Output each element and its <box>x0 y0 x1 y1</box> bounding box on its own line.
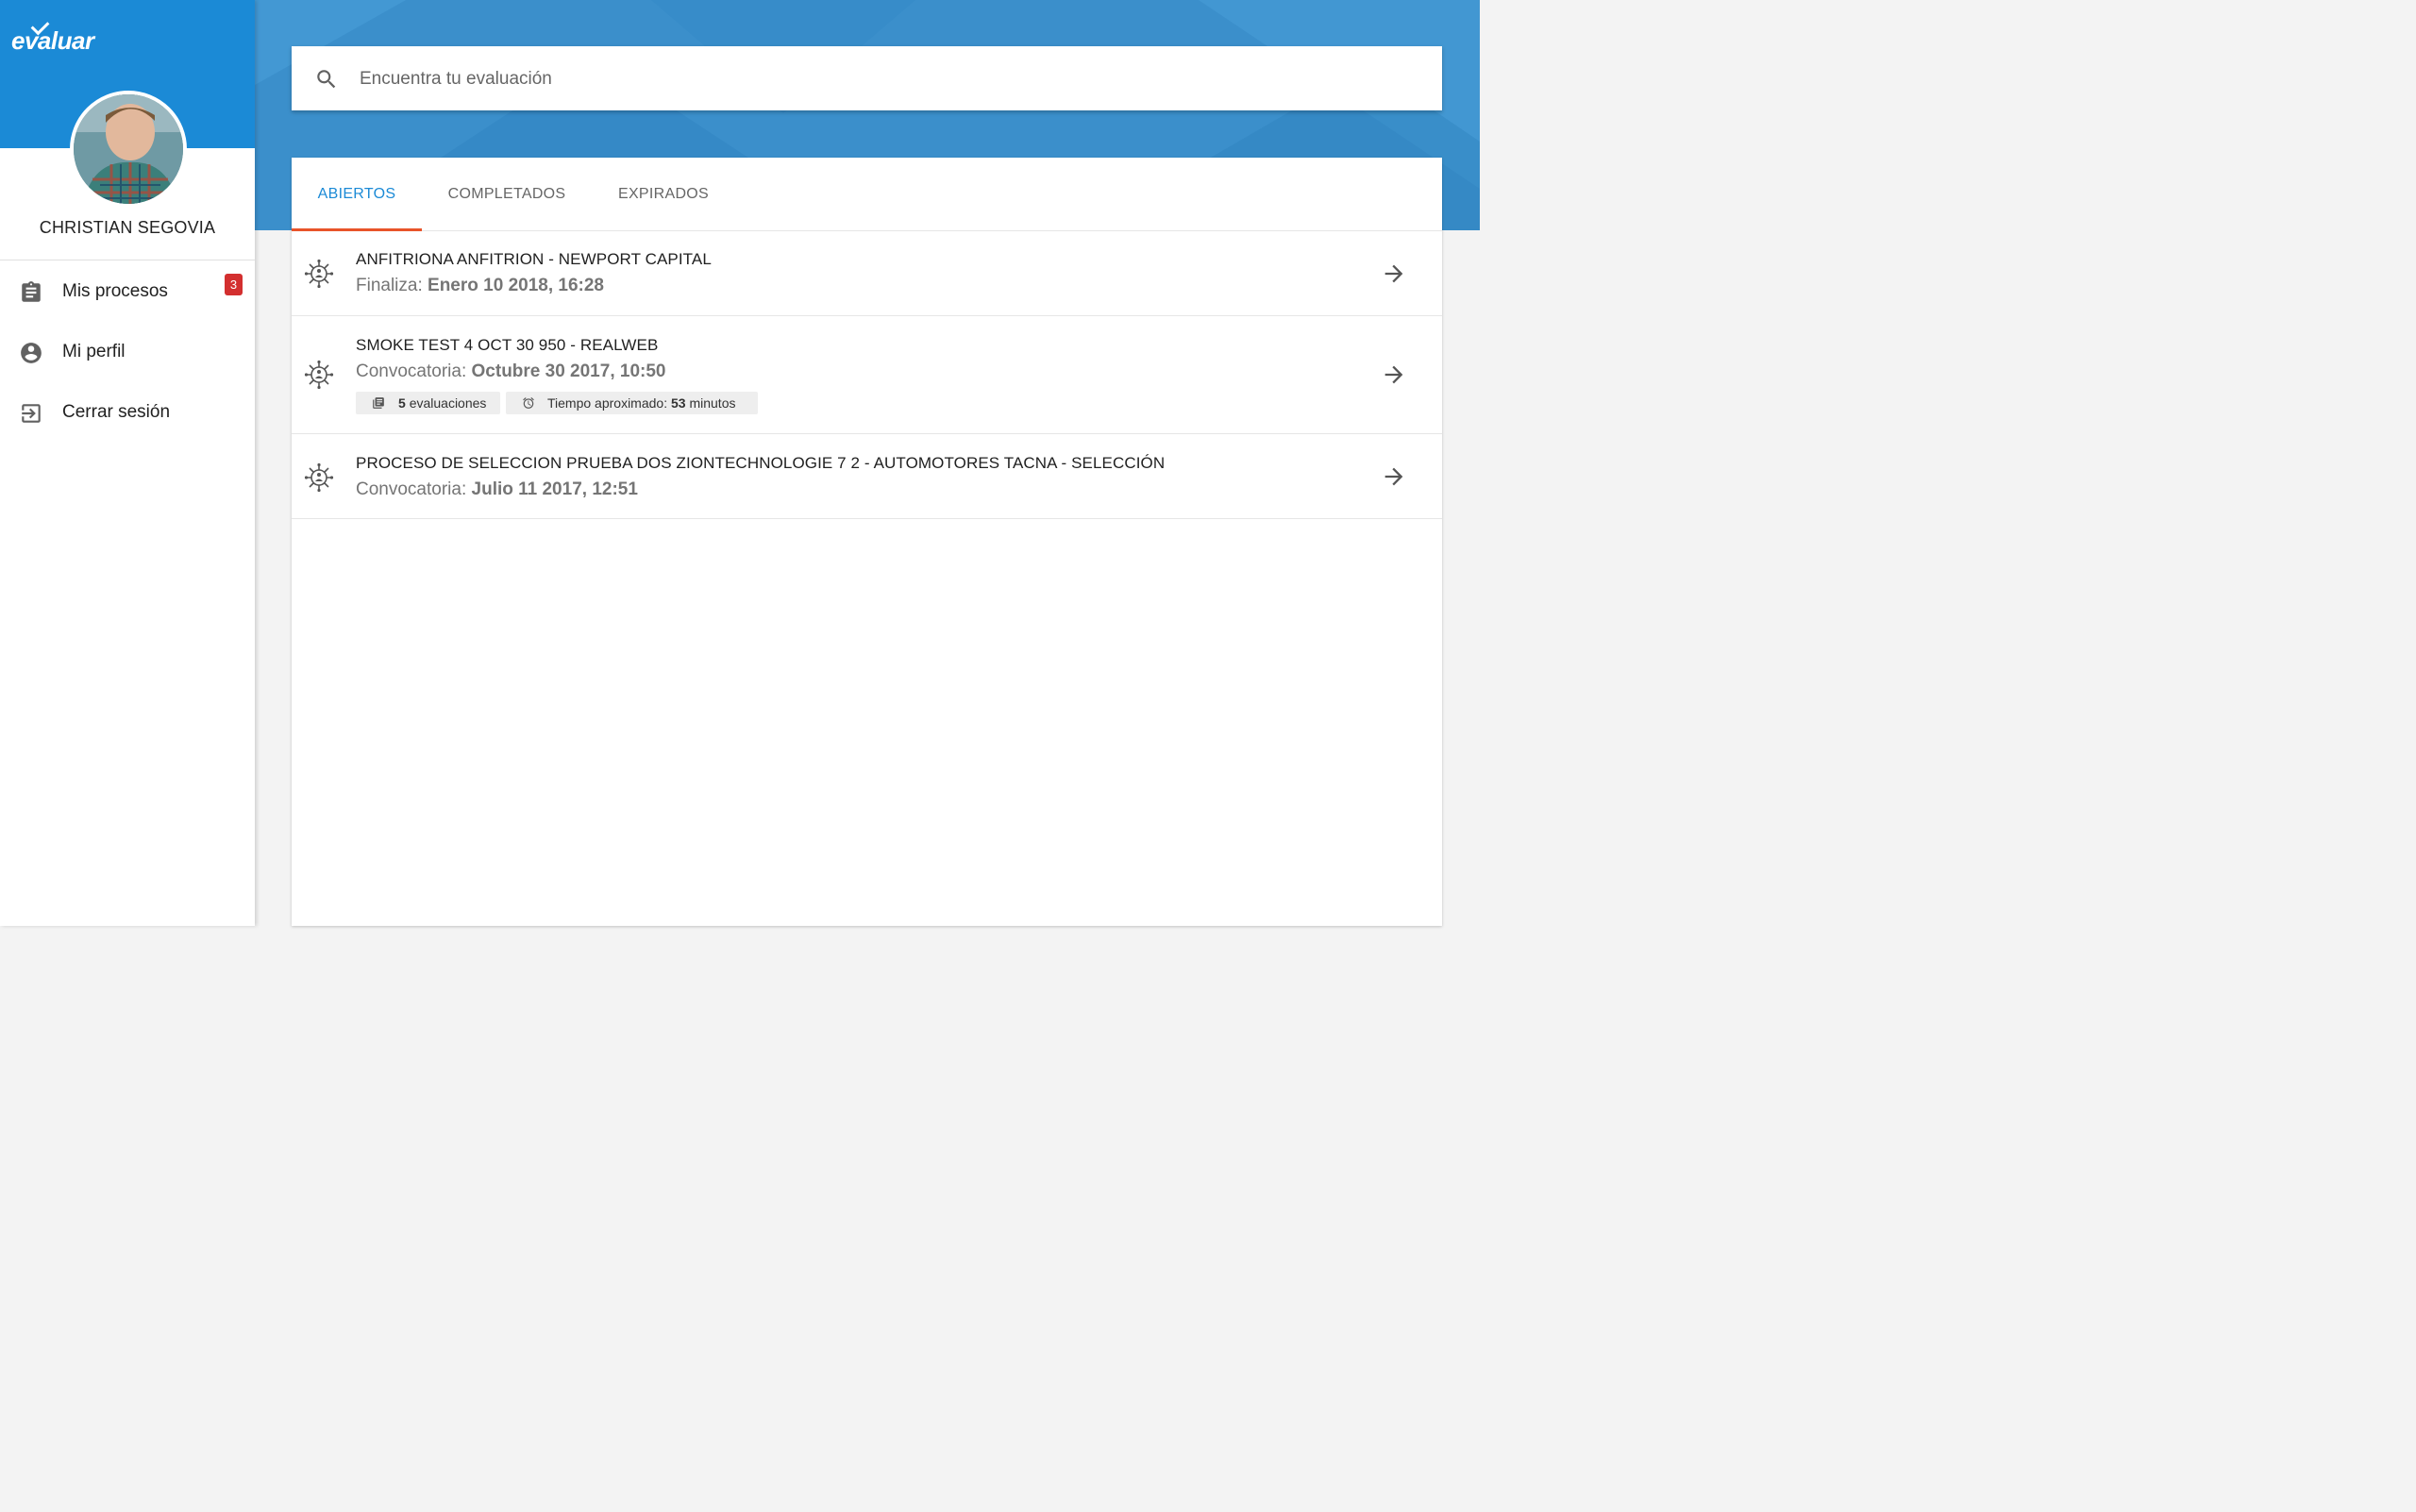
time-unit: minutos <box>689 395 736 411</box>
tab-label: COMPLETADOS <box>447 186 566 202</box>
sidebar: evaluar CHRISTIAN SEGOVIA Mis procesos 3… <box>0 0 255 926</box>
account-circle-icon <box>21 343 42 363</box>
logo-text: evaluar <box>11 26 94 55</box>
process-title: SMOKE TEST 4 OCT 30 950 - REALWEB <box>356 336 659 354</box>
sidebar-item-label: Mi perfil <box>62 342 126 361</box>
user-name: CHRISTIAN SEGOVIA <box>39 218 216 237</box>
library-books-icon <box>373 397 384 409</box>
process-network-icon <box>304 360 334 390</box>
process-date: Convocatoria: Octubre 30 2017, 10:50 <box>356 361 665 382</box>
process-row[interactable]: ANFITRIONA ANFITRION - NEWPORT CAPITAL F… <box>292 231 1442 316</box>
time-label: Tiempo aproximado: <box>547 395 668 411</box>
time-value: 53 <box>670 395 686 411</box>
date-label: Convocatoria: <box>356 361 467 381</box>
tab-completados[interactable]: COMPLETADOS <box>422 158 592 230</box>
date-value: Julio 11 2017, 12:51 <box>471 479 638 499</box>
sidebar-item-label: Cerrar sesión <box>62 402 171 422</box>
date-label: Convocatoria: <box>356 479 467 499</box>
sidebar-item-label: Mis procesos <box>62 281 168 301</box>
tab-abiertos[interactable]: ABIERTOS <box>292 158 422 231</box>
process-row[interactable]: PROCESO DE SELECCION PRUEBA DOS ZIONTECH… <box>292 434 1442 519</box>
tab-bar: ABIERTOS COMPLETADOS EXPIRADOS <box>292 158 1442 231</box>
date-label: Finaliza: <box>356 276 423 295</box>
sidebar-item-mis-procesos[interactable]: Mis procesos <box>0 265 255 318</box>
sidebar-item-cerrar-sesion[interactable]: Cerrar sesión <box>0 386 255 439</box>
search-bar <box>292 46 1442 110</box>
exit-icon <box>22 404 41 423</box>
date-value: Octubre 30 2017, 10:50 <box>471 361 666 381</box>
process-title: ANFITRIONA ANFITRION - NEWPORT CAPITAL <box>356 250 712 268</box>
tab-label: ABIERTOS <box>317 186 396 202</box>
process-date: Convocatoria: Julio 11 2017, 12:51 <box>356 479 638 500</box>
avatar[interactable] <box>70 91 187 208</box>
approx-time-chip: Tiempo aproximado: 53 minutos <box>506 392 758 414</box>
arrow-right-icon[interactable] <box>1381 361 1407 388</box>
process-date: Finaliza: Enero 10 2018, 16:28 <box>356 276 604 296</box>
evaluations-count-chip: 5 evaluaciones <box>356 392 500 414</box>
tab-label: EXPIRADOS <box>617 186 710 202</box>
eval-count: 5 <box>398 395 406 411</box>
sidebar-item-mi-perfil[interactable]: Mi perfil <box>0 326 255 378</box>
eval-label: evaluaciones <box>409 395 487 411</box>
tab-expirados[interactable]: EXPIRADOS <box>592 158 735 230</box>
date-value: Enero 10 2018, 16:28 <box>428 276 604 295</box>
process-title: PROCESO DE SELECCION PRUEBA DOS ZIONTECH… <box>356 454 1166 472</box>
arrow-right-icon[interactable] <box>1381 463 1407 490</box>
evaluar-logo[interactable]: evaluar <box>11 16 94 56</box>
process-row[interactable]: SMOKE TEST 4 OCT 30 950 - REALWEB Convoc… <box>292 316 1442 434</box>
search-icon[interactable] <box>314 67 339 92</box>
notification-badge: 3 <box>225 274 243 295</box>
process-network-icon <box>304 259 334 289</box>
process-card: ABIERTOS COMPLETADOS EXPIRADOS ANFITRION… <box>292 158 1442 926</box>
clipboard-icon <box>22 281 41 302</box>
chip-text: Tiempo aproximado: 53 minutos <box>547 392 735 414</box>
process-network-icon <box>304 462 334 493</box>
search-input[interactable] <box>358 61 1400 97</box>
chip-text: 5 evaluaciones <box>398 392 486 414</box>
avatar-photo <box>74 94 183 204</box>
alarm-clock-icon <box>523 397 534 409</box>
arrow-right-icon[interactable] <box>1381 260 1407 287</box>
